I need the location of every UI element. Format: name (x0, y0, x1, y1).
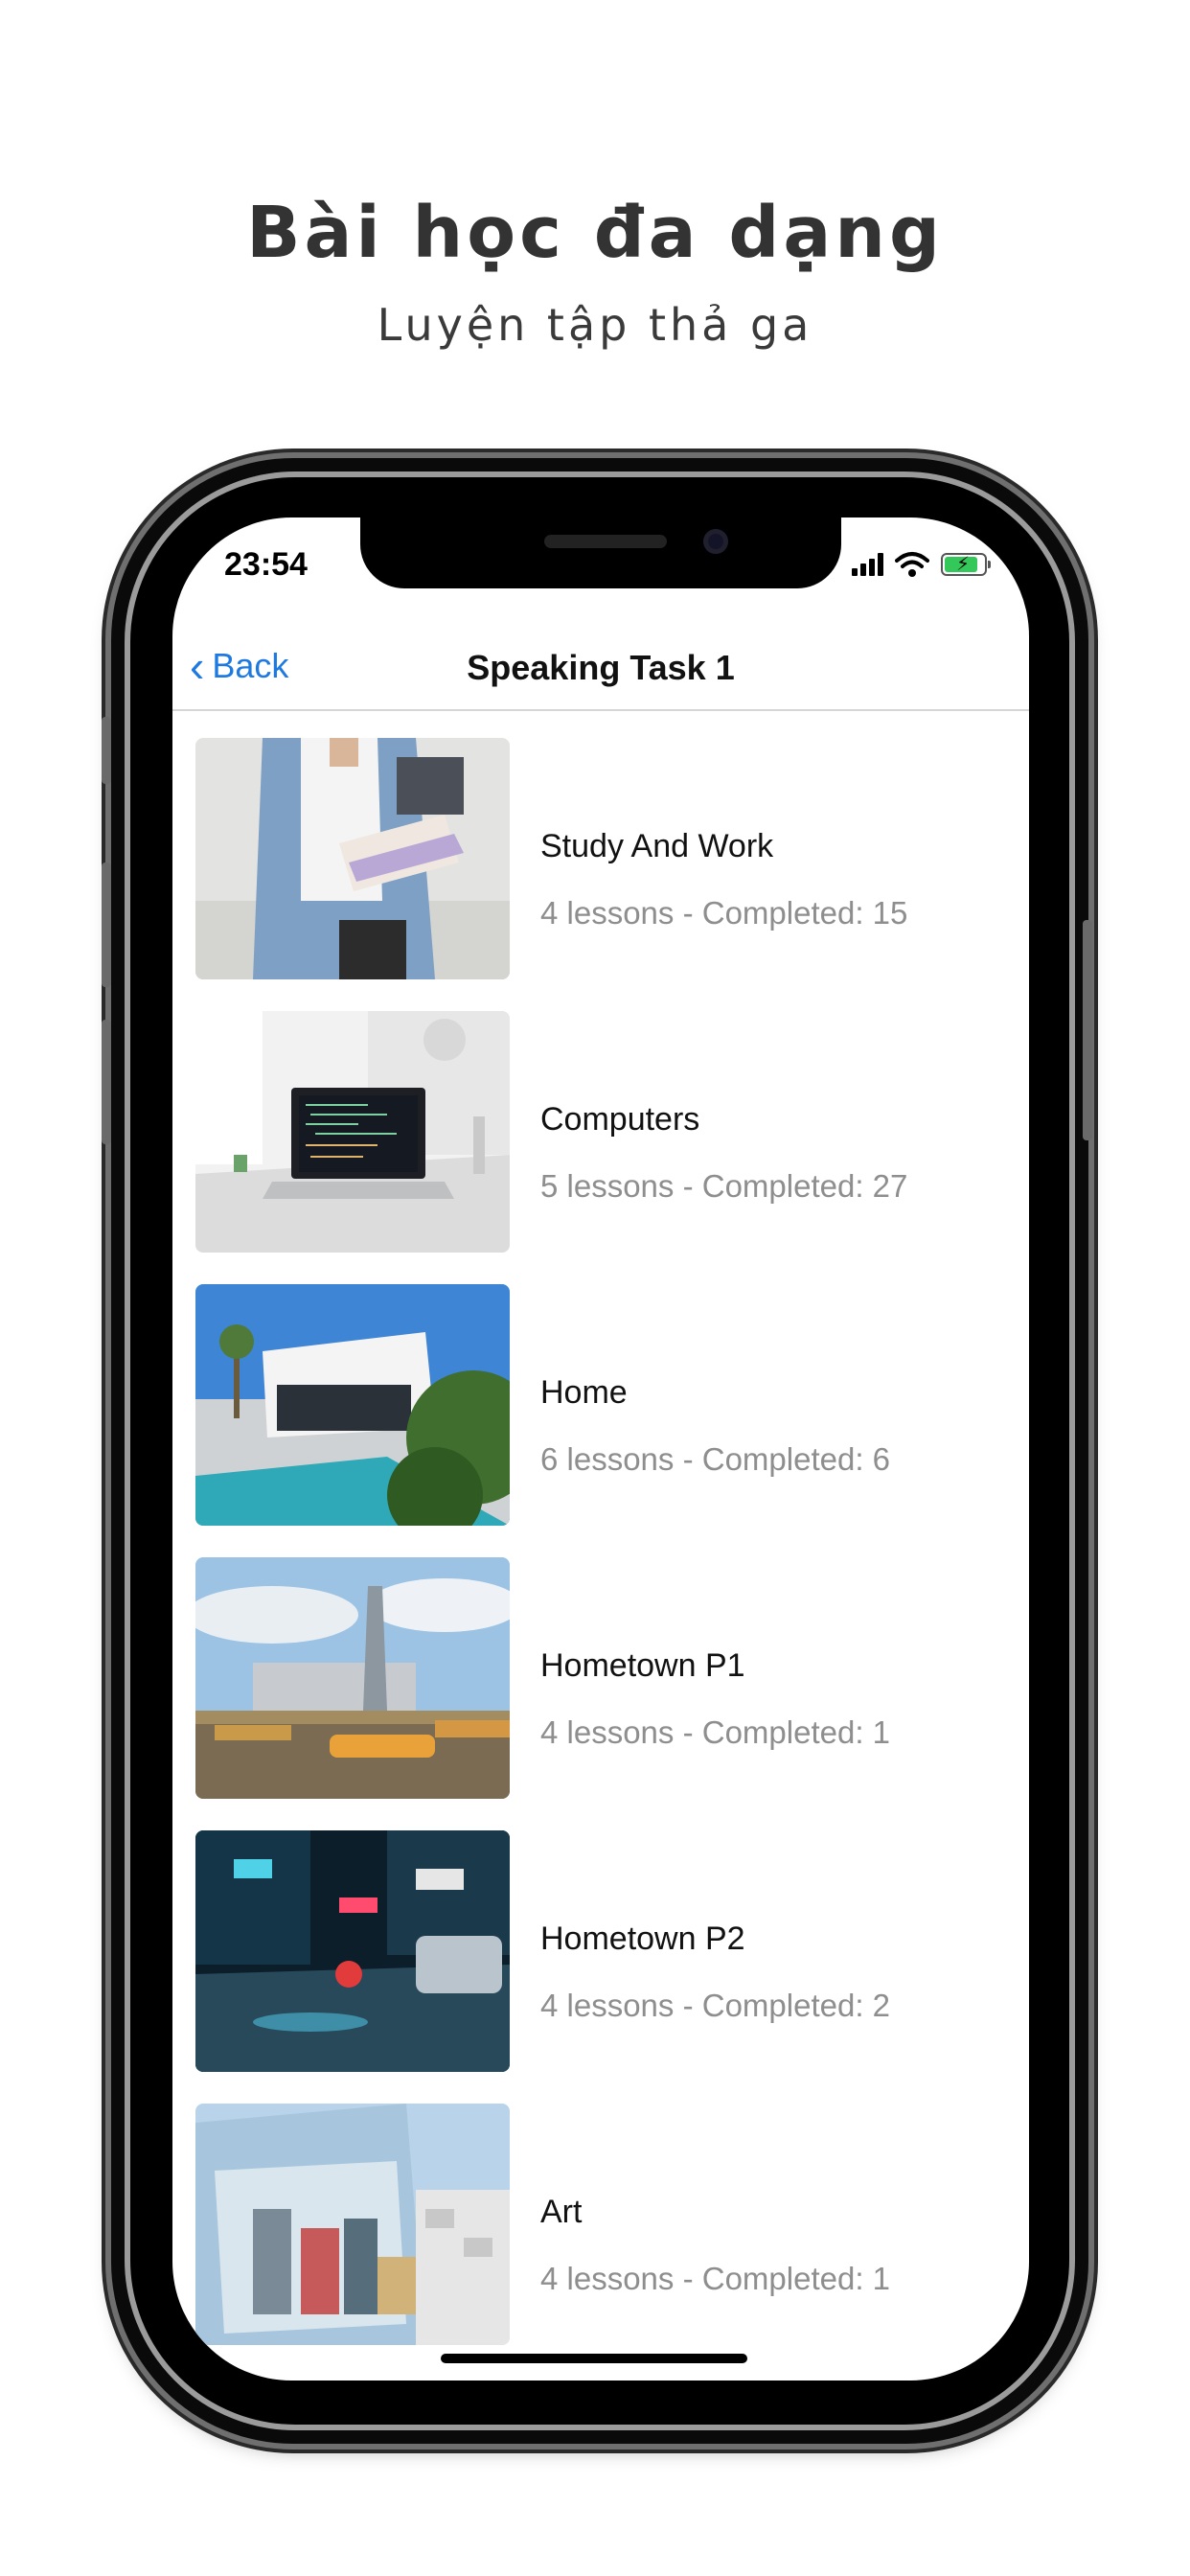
topic-row[interactable]: Hometown P1 4 lessons - Completed: 1 (172, 1557, 1029, 1799)
home-indicator[interactable] (441, 2354, 747, 2363)
topic-row[interactable]: Computers 5 lessons - Completed: 27 (172, 1011, 1029, 1253)
promo-subline: Luyện tập thả ga (377, 299, 813, 351)
topic-title: Study And Work (540, 828, 774, 864)
battery-icon: ⚡ (941, 553, 991, 576)
volume-down-button (102, 1020, 111, 1144)
topic-row[interactable]: Home 6 lessons - Completed: 6 (172, 1284, 1029, 1526)
street-mural-photo (195, 2104, 510, 2345)
power-button (1083, 920, 1092, 1140)
topic-progress: 4 lessons - Completed: 2 (540, 1988, 891, 2023)
student-with-books-photo (195, 738, 510, 979)
topic-row[interactable]: Study And Work 4 lessons - Completed: 15 (172, 738, 1029, 979)
topic-title: Hometown P2 (540, 1920, 745, 1957)
city-skyline-river-photo (195, 1557, 510, 1799)
modern-house-pool-photo (195, 1284, 510, 1526)
night-street-neon-photo (195, 1830, 510, 2072)
topic-progress: 4 lessons - Completed: 1 (540, 1714, 891, 1750)
topic-title: Art (540, 2194, 583, 2230)
notch (360, 518, 841, 588)
front-camera (703, 529, 728, 554)
silent-switch (102, 717, 111, 784)
volume-up-button (102, 862, 111, 987)
wifi-icon (895, 552, 929, 577)
cellular-signal-icon (852, 553, 883, 576)
topic-progress: 5 lessons - Completed: 27 (540, 1168, 908, 1204)
topic-title: Hometown P1 (540, 1647, 745, 1684)
topic-progress: 4 lessons - Completed: 15 (540, 895, 908, 931)
page-title: Speaking Task 1 (467, 648, 735, 687)
topic-title: Computers (540, 1101, 700, 1138)
navigation-bar: ‹ Back Speaking Task 1 (172, 623, 1029, 711)
phone-screen: 23:54 ⚡ ‹ Back Speaking Task 1 Study And… (172, 518, 1029, 2380)
topic-progress: 4 lessons - Completed: 1 (540, 2261, 891, 2296)
topic-row[interactable]: Hometown P2 4 lessons - Completed: 2 (172, 1830, 1029, 2072)
topic-row[interactable]: Art 4 lessons - Completed: 1 (172, 2104, 1029, 2345)
topic-progress: 6 lessons - Completed: 6 (540, 1441, 891, 1477)
topic-title: Home (540, 1374, 628, 1411)
laptop-on-desk-photo (195, 1011, 510, 1253)
status-icons: ⚡ (852, 548, 991, 581)
speaker-grille (544, 535, 667, 548)
status-time: 23:54 (224, 546, 308, 583)
promo-headline: Bài học đa dạng (246, 192, 944, 274)
